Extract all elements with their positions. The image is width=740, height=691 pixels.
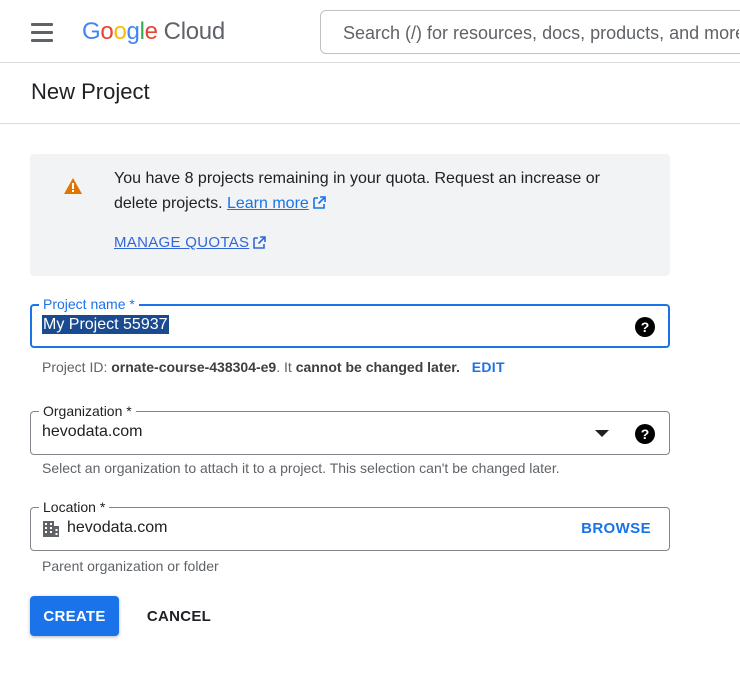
learn-more-link[interactable]: Learn more xyxy=(227,195,309,212)
logo-google-text: Google xyxy=(82,18,158,46)
organization-hint: Select an organization to attach it to a… xyxy=(42,460,560,476)
edit-project-id-button[interactable]: EDIT xyxy=(472,359,505,375)
logo-letter: g xyxy=(126,18,140,45)
project-id-middle: . It xyxy=(276,359,292,375)
location-value: hevodata.com xyxy=(67,519,168,536)
search-box[interactable] xyxy=(320,10,740,54)
cancel-button[interactable]: CANCEL xyxy=(136,596,222,636)
project-name-input[interactable]: My Project 55937 xyxy=(42,315,169,334)
search-input[interactable] xyxy=(341,21,740,45)
building-icon xyxy=(43,521,59,537)
page-title-bar: New Project xyxy=(0,63,740,124)
logo-letter: o xyxy=(113,18,127,45)
external-link-icon xyxy=(253,236,267,249)
organization-value: hevodata.com xyxy=(42,423,143,440)
google-cloud-logo[interactable]: Google Cloud xyxy=(82,16,225,48)
project-name-value: My Project 55937 xyxy=(42,315,169,334)
project-id-suffix: cannot be changed later. xyxy=(295,359,460,375)
quota-notice-text: You have 8 projects remaining in your qu… xyxy=(114,166,634,216)
top-app-bar: Google Cloud xyxy=(0,0,740,63)
create-button[interactable]: CREATE xyxy=(30,596,119,636)
project-id-prefix: Project ID: xyxy=(42,359,108,375)
quota-notice: You have 8 projects remaining in your qu… xyxy=(30,154,670,276)
quota-message: You have 8 projects remaining in your qu… xyxy=(114,170,600,212)
organization-help-icon[interactable]: ? xyxy=(635,424,655,444)
browse-button[interactable]: BROWSE xyxy=(581,520,651,537)
logo-cloud-text: Cloud xyxy=(163,18,226,45)
chevron-down-icon[interactable] xyxy=(595,430,609,437)
page-title: New Project xyxy=(31,79,150,104)
logo-letter: e xyxy=(144,18,158,45)
project-name-help-icon[interactable]: ? xyxy=(635,317,655,337)
location-label: Location * xyxy=(39,498,110,516)
external-link-icon xyxy=(312,196,326,209)
warning-icon xyxy=(64,178,82,194)
hamburger-menu-icon[interactable] xyxy=(22,16,62,48)
location-hint: Parent organization or folder xyxy=(42,558,219,574)
manage-quotas-link[interactable]: MANAGE QUOTAS xyxy=(114,234,267,251)
learn-more-label: Learn more xyxy=(226,195,309,212)
location-field[interactable]: Location * hevodata.com BROWSE xyxy=(30,498,670,551)
logo-letter: o xyxy=(100,18,114,45)
organization-label: Organization * xyxy=(39,402,136,420)
manage-quotas-label: MANAGE QUOTAS xyxy=(114,234,250,251)
project-id-hint: Project ID: ornate-course-438304-e9. It … xyxy=(42,359,505,375)
project-name-label: Project name * xyxy=(39,295,139,313)
organization-field[interactable]: Organization * hevodata.com ? xyxy=(30,402,670,455)
project-id-value: ornate-course-438304-e9 xyxy=(111,359,277,375)
project-name-field[interactable]: Project name * My Project 55937 ? xyxy=(30,295,670,348)
logo-letter: G xyxy=(82,18,101,45)
